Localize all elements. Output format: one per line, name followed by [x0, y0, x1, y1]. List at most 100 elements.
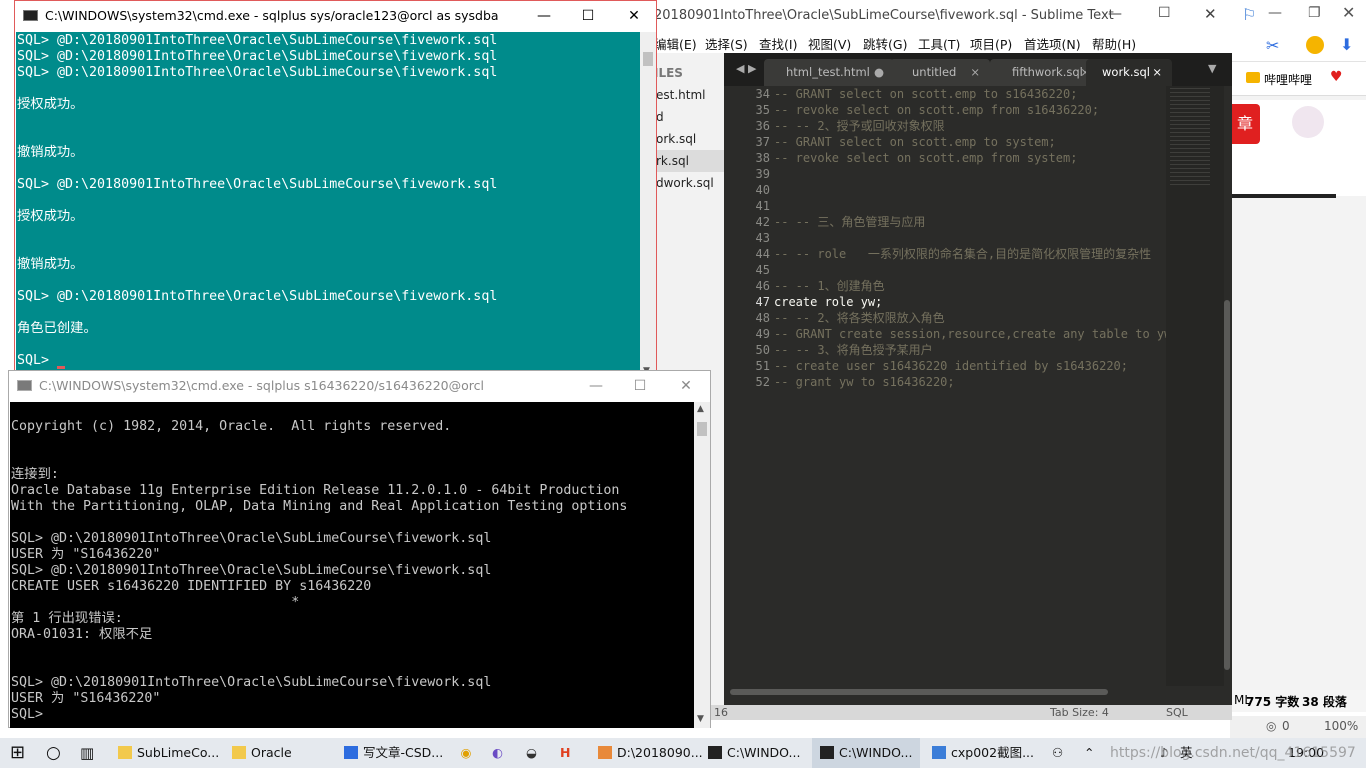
console-line: With the Partitioning, OLAP, Data Mining… [11, 499, 628, 514]
cmd-window-user: C:\WINDOWS\system32\cmd.exe - sqlplus s1… [8, 370, 711, 728]
close-button[interactable]: ✕ [611, 1, 657, 31]
scrollbar[interactable]: ▼ [640, 32, 656, 383]
zoom-level[interactable]: 100% [1324, 719, 1358, 733]
taskbar-item[interactable]: 写文章-CSD... [336, 738, 444, 768]
app-icon [932, 746, 946, 759]
watermark: https://blog.csdn.net/qq_41615597 [1110, 745, 1356, 761]
heart-icon[interactable]: ♥ [1330, 69, 1343, 85]
minimize-button[interactable]: — [573, 371, 619, 401]
maximize-button[interactable]: ☐ [1158, 5, 1171, 21]
minimize-icon[interactable]: — [1268, 5, 1282, 21]
cmd-icon [17, 380, 32, 391]
menu-help[interactable]: 帮助(H) [1092, 34, 1136, 53]
tab-html-test[interactable]: html_test.html ● [764, 59, 894, 86]
minimize-button[interactable]: — [521, 1, 567, 31]
console-line: Oracle Database 11g Enterprise Edition R… [11, 483, 620, 498]
console-line: USER 为 "S16436220" [11, 547, 161, 562]
menu-view[interactable]: 视图(V) [808, 34, 851, 53]
line-number: 47 [755, 295, 770, 309]
console-line: 连接到: [11, 467, 59, 482]
sidebar-file[interactable]: d [656, 110, 664, 124]
comment-icon[interactable]: ◎ [1266, 719, 1276, 733]
tab-size[interactable]: Tab Size: 4 [1050, 705, 1109, 720]
tab-fivework-active[interactable]: work.sql × [1086, 59, 1172, 86]
menu-preferences[interactable]: 首选项(N) [1024, 34, 1081, 53]
app-icon [344, 746, 358, 759]
taskbar-item-label: cxp002截图... [951, 745, 1034, 760]
tab-fifthwork[interactable]: fifthwork.sql× [990, 59, 1100, 86]
maximize-button[interactable]: ☐ [617, 371, 663, 401]
avatar[interactable] [1292, 106, 1324, 138]
bookmark-bilibili[interactable]: 哔哩哔哩 [1264, 71, 1312, 88]
syntax-label[interactable]: SQL [1166, 705, 1188, 720]
scrollbar[interactable]: ▲ ▼ [694, 402, 710, 728]
close-button[interactable]: ✕ [663, 371, 709, 401]
tools-icon[interactable]: ✂ [1266, 36, 1279, 55]
emoji-icon[interactable] [1306, 36, 1324, 54]
taskbar-item[interactable]: cxp002截图... [924, 738, 1034, 768]
tray-up-icon[interactable]: ⌃ [1084, 738, 1094, 768]
sidebar-file-active[interactable]: rk.sql [656, 154, 689, 168]
menu-goto[interactable]: 跳转(G) [863, 34, 907, 53]
task-view-icon[interactable]: ▥ [80, 738, 94, 768]
start-icon[interactable]: ⊞ [10, 738, 25, 768]
people-icon[interactable]: ⚇ [1052, 738, 1063, 768]
console-line: 撤销成功。 [17, 257, 84, 272]
taskbar-item[interactable]: C:\WINDO... [812, 738, 920, 768]
close-icon[interactable]: ✕ [1342, 3, 1355, 22]
minimap[interactable] [1166, 86, 1224, 686]
scroll-thumb[interactable] [697, 422, 707, 436]
app-icon[interactable]: ◒ [526, 738, 537, 768]
paragraph-count: 38 段落 [1302, 695, 1347, 709]
vertical-scrollbar[interactable] [1224, 300, 1230, 670]
download-icon[interactable]: ⬇ [1340, 35, 1353, 54]
scroll-thumb[interactable] [643, 52, 653, 66]
close-tab-icon[interactable]: × [1152, 59, 1162, 85]
menu-selection[interactable]: 选择(S) [705, 34, 748, 53]
sidebar-file[interactable]: est.html [656, 88, 706, 102]
code-line: -- -- role 一系列权限的命名集合,目的是简化权限管理的复杂性 [774, 247, 1152, 261]
menu-find[interactable]: 查找(I) [759, 34, 797, 53]
close-button[interactable]: ✕ [1204, 5, 1217, 23]
code-editor[interactable]: -- GRANT select on scott.emp to s1643622… [774, 86, 1174, 686]
scroll-up-icon[interactable]: ▲ [697, 404, 704, 414]
minimize-button[interactable]: — [1108, 6, 1122, 22]
horizontal-scrollbar[interactable] [730, 689, 1108, 695]
console-output[interactable]: SQL> @D:\20180901IntoThree\Oracle\SubLim… [16, 32, 640, 383]
close-tab-icon[interactable]: × [970, 59, 980, 85]
app-icon [232, 746, 246, 759]
search-icon[interactable]: ○ [46, 738, 61, 768]
taskbar-item[interactable]: D:\2018090... [590, 738, 703, 768]
taskbar-item[interactable]: SubLimeCo... [110, 738, 219, 768]
console-line: CREATE USER s16436220 IDENTIFIED BY s164… [11, 579, 372, 594]
taskbar-item-label: C:\WINDO... [727, 745, 801, 760]
menu-tools[interactable]: 工具(T) [918, 34, 960, 53]
taskbar-item[interactable]: C:\WINDO... [700, 738, 808, 768]
maximize-button[interactable]: ☐ [565, 1, 611, 31]
taskbar-item[interactable]: Oracle [224, 738, 332, 768]
console-line: SQL> @D:\20180901IntoThree\Oracle\SubLim… [17, 65, 498, 80]
chrome-icon[interactable]: ◉ [458, 738, 474, 768]
console-line: * [11, 595, 300, 610]
app-h-icon[interactable]: H [560, 738, 570, 768]
taskbar-item-label: D:\2018090... [617, 745, 703, 760]
gift-icon[interactable]: ⚐ [1242, 5, 1256, 24]
menu-edit[interactable]: 编辑(E) [654, 34, 697, 53]
app-icon[interactable]: ◐ [492, 738, 503, 768]
tab-nav-icon[interactable]: ◀ ▶ [736, 62, 756, 75]
sidebar-file[interactable]: ork.sql [656, 132, 696, 146]
publish-button[interactable]: 章 [1230, 104, 1260, 144]
console-line: SQL> @D:\20180901IntoThree\Oracle\SubLim… [11, 531, 492, 546]
restore-icon[interactable]: ❐ [1308, 5, 1321, 21]
modified-icon[interactable]: ● [874, 59, 884, 85]
tab-dropdown-icon[interactable]: ▼ [1208, 62, 1216, 75]
tab-untitled[interactable]: untitled × [890, 59, 990, 86]
console-output[interactable]: Copyright (c) 1982, 2014, Oracle. All ri… [10, 402, 694, 728]
menu-project[interactable]: 项目(P) [970, 34, 1012, 53]
sidebar-file[interactable]: dwork.sql [656, 176, 714, 190]
word-count: 775 字数 [1246, 695, 1300, 709]
sublime-window: 20180901IntoThree\Oracle\SubLimeCourse\f… [640, 0, 1232, 720]
scroll-down-icon[interactable]: ▼ [697, 714, 704, 724]
